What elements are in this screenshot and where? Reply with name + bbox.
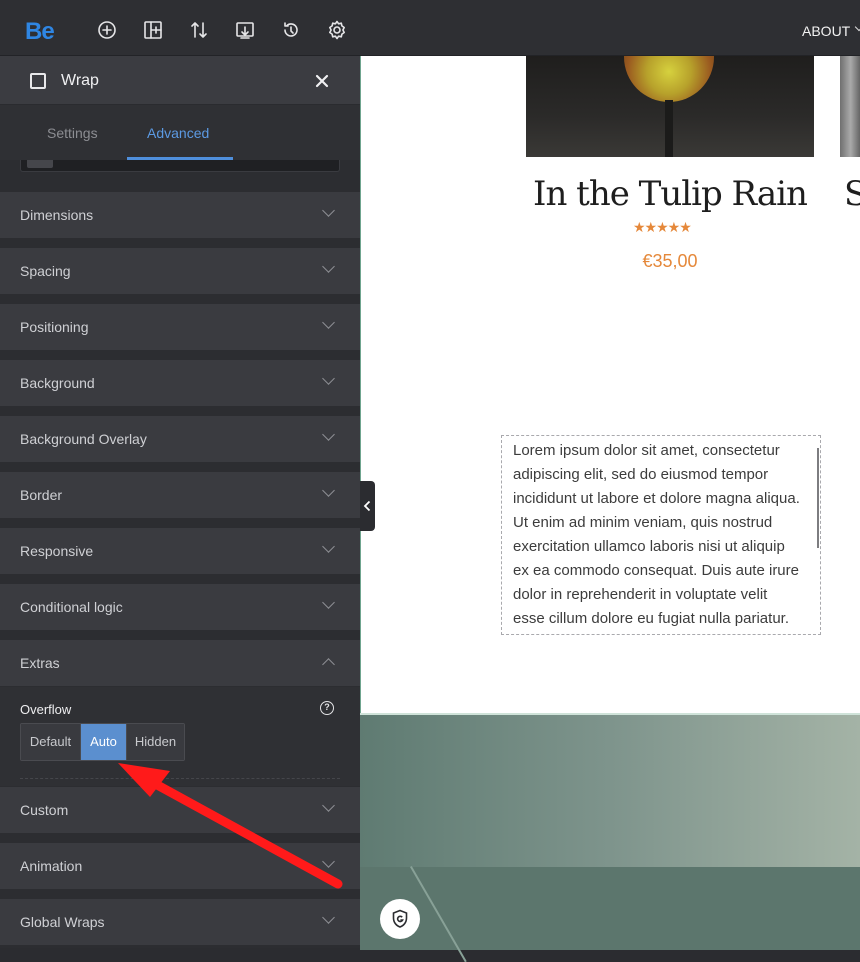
overflow-label: Overflow bbox=[20, 702, 72, 717]
section-label: Custom bbox=[20, 802, 69, 818]
section-label: Border bbox=[20, 487, 63, 503]
top-toolbar: Be ABOUT bbox=[0, 0, 860, 56]
section-label: Background bbox=[20, 375, 95, 391]
chevron-down-icon bbox=[322, 855, 335, 868]
section-label: Conditional logic bbox=[20, 599, 123, 615]
help-icon[interactable]: ? bbox=[320, 701, 334, 715]
extras-content: Overflow ? Default Auto Hidden bbox=[0, 687, 360, 786]
scrolled-field bbox=[20, 160, 340, 172]
chevron-down-icon bbox=[322, 260, 335, 273]
chevron-down-icon bbox=[322, 540, 335, 553]
overflow-option-default[interactable]: Default bbox=[21, 724, 81, 760]
section-global-wraps[interactable]: Global Wraps bbox=[0, 899, 360, 945]
divider bbox=[20, 778, 340, 779]
chevron-down-icon bbox=[322, 911, 335, 924]
section-label: Global Wraps bbox=[20, 914, 105, 930]
section-label: Responsive bbox=[20, 543, 94, 559]
add-icon[interactable] bbox=[97, 20, 117, 40]
section-animation[interactable]: Animation bbox=[0, 843, 360, 889]
section-label: Dimensions bbox=[20, 207, 94, 223]
rating-stars: ★★★★★ bbox=[633, 220, 692, 236]
panel-tabs: Settings Advanced bbox=[0, 105, 360, 160]
chevron-left-icon bbox=[363, 500, 371, 512]
section-label: Spacing bbox=[20, 263, 71, 279]
product-image[interactable] bbox=[526, 56, 814, 157]
text-wrap-overflow[interactable]: Lorem ipsum dolor sit amet, consectetur … bbox=[501, 435, 821, 635]
field-button[interactable] bbox=[27, 160, 53, 168]
chevron-down-icon bbox=[322, 204, 335, 217]
section-conditional-logic[interactable]: Conditional logic bbox=[0, 584, 360, 630]
chevron-down-icon bbox=[854, 22, 860, 32]
tab-settings[interactable]: Settings bbox=[47, 125, 98, 141]
chevron-down-icon bbox=[322, 484, 335, 497]
section-extras[interactable]: Extras bbox=[0, 640, 360, 686]
shield-icon[interactable] bbox=[380, 899, 420, 939]
section-background[interactable]: Background bbox=[0, 360, 360, 406]
element-settings-panel: Wrap Settings Advanced Dimensions Spacin… bbox=[0, 56, 360, 948]
section-custom[interactable]: Custom bbox=[0, 787, 360, 833]
section-label: Animation bbox=[20, 858, 83, 874]
section-dimensions[interactable]: Dimensions bbox=[0, 192, 360, 238]
chevron-down-icon bbox=[322, 596, 335, 609]
history-icon[interactable] bbox=[281, 20, 301, 40]
section-responsive[interactable]: Responsive bbox=[0, 528, 360, 574]
next-product-title[interactable]: S bbox=[844, 174, 860, 214]
tulip-stem bbox=[665, 100, 673, 157]
close-icon[interactable] bbox=[312, 71, 332, 91]
overflow-segmented-control: Default Auto Hidden bbox=[20, 723, 185, 761]
tab-advanced[interactable]: Advanced bbox=[147, 125, 209, 141]
section-positioning[interactable]: Positioning bbox=[0, 304, 360, 350]
chevron-up-icon bbox=[322, 658, 335, 671]
section-background-overlay[interactable]: Background Overlay bbox=[0, 416, 360, 462]
chevron-down-icon bbox=[322, 316, 335, 329]
layout-icon[interactable] bbox=[143, 20, 163, 40]
footer-section bbox=[360, 713, 860, 962]
section-spacing[interactable]: Spacing bbox=[0, 248, 360, 294]
collapse-panel-toggle[interactable] bbox=[360, 481, 375, 531]
wrap-icon bbox=[30, 73, 46, 89]
product-title[interactable]: In the Tulip Rain bbox=[526, 174, 814, 214]
textbox-scrollbar[interactable] bbox=[817, 448, 819, 548]
nav-about[interactable]: ABOUT bbox=[802, 23, 850, 39]
lorem-text: Lorem ipsum dolor sit amet, consectetur … bbox=[513, 442, 800, 627]
panel-header: Wrap bbox=[0, 56, 360, 105]
panel-title: Wrap bbox=[61, 72, 99, 89]
product-price: €35,00 bbox=[642, 251, 698, 271]
section-border[interactable]: Border bbox=[0, 472, 360, 518]
overflow-option-auto[interactable]: Auto bbox=[81, 724, 126, 760]
overflow-option-hidden[interactable]: Hidden bbox=[126, 724, 184, 760]
section-label: Positioning bbox=[20, 319, 89, 335]
chevron-down-icon bbox=[322, 372, 335, 385]
section-label: Extras bbox=[20, 655, 60, 671]
chevron-down-icon bbox=[322, 799, 335, 812]
settings-icon[interactable] bbox=[327, 20, 347, 40]
section-label: Background Overlay bbox=[20, 431, 147, 447]
chevron-down-icon bbox=[322, 428, 335, 441]
import-icon[interactable] bbox=[235, 20, 255, 40]
builder-logo[interactable]: Be bbox=[25, 18, 55, 46]
next-product-image[interactable] bbox=[840, 56, 860, 157]
sort-icon[interactable] bbox=[189, 20, 209, 40]
tulip-flower bbox=[624, 56, 714, 102]
